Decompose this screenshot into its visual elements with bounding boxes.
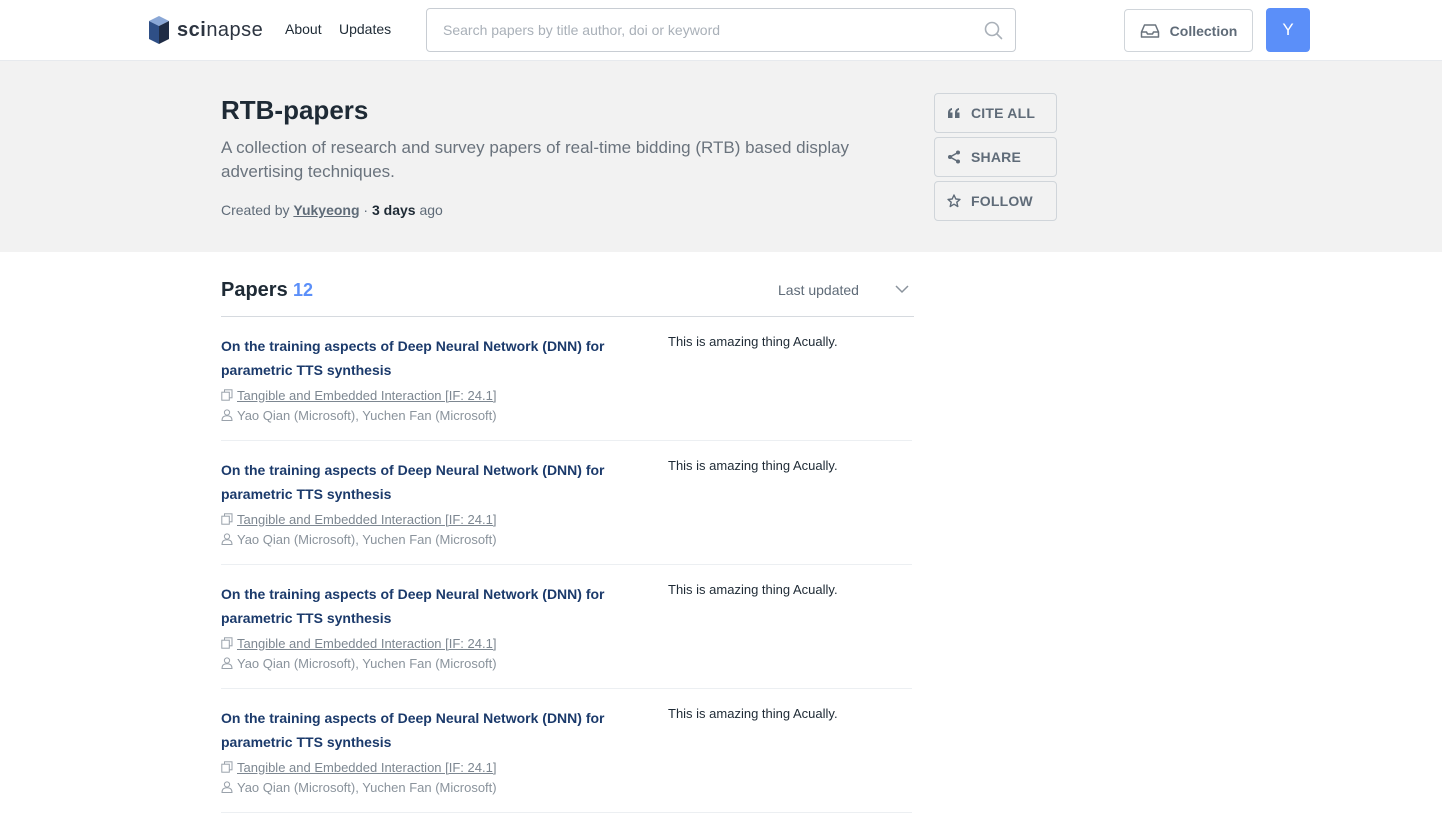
paper-authors-text: Yao Qian (Microsoft), Yuchen Fan (Micros…	[237, 779, 497, 795]
paper-authors: Yao Qian (Microsoft), Yuchen Fan (Micros…	[221, 779, 497, 795]
follow-button[interactable]: FOLLOW	[934, 181, 1057, 221]
scinapse-logo[interactable]: scinapse	[147, 14, 263, 46]
cite-all-button[interactable]: CITE ALL	[934, 93, 1057, 133]
user-icon	[221, 781, 233, 793]
paper-venue-link[interactable]: Tangible and Embedded Interaction [IF: 2…	[237, 388, 496, 403]
copy-icon	[221, 513, 233, 525]
user-icon	[221, 409, 233, 421]
paper-venue: Tangible and Embedded Interaction [IF: 2…	[221, 759, 496, 775]
collection-description: A collection of research and survey pape…	[221, 138, 850, 181]
top-navigation-bar: scinapse About Updates Collection Y	[0, 0, 1442, 61]
user-icon	[221, 533, 233, 545]
paper-item: On the training aspects of Deep Neural N…	[221, 441, 912, 565]
user-avatar-button[interactable]: Y	[1266, 8, 1310, 52]
inbox-icon	[1140, 23, 1159, 38]
papers-list-header: Papers 12 Last updated	[221, 271, 914, 317]
paper-venue-link[interactable]: Tangible and Embedded Interaction [IF: 2…	[237, 636, 496, 651]
paper-venue: Tangible and Embedded Interaction [IF: 2…	[221, 511, 496, 527]
collection-hero: RTB-papers A collection of research and …	[0, 61, 1442, 252]
paper-title-link[interactable]: On the training aspects of Deep Neural N…	[221, 458, 621, 506]
paper-venue: Tangible and Embedded Interaction [IF: 2…	[221, 635, 496, 651]
share-icon	[948, 150, 960, 164]
chevron-down-icon[interactable]	[895, 284, 909, 294]
collection-meta: Created by Yukyeong · 3 days ago	[221, 202, 443, 218]
logo-wordmark: scinapse	[177, 18, 264, 41]
papers-count-badge: 12	[293, 280, 314, 300]
copy-icon	[221, 389, 233, 401]
collection-title: RTB-papers	[221, 95, 369, 125]
sort-dropdown[interactable]: Last updated	[778, 282, 859, 298]
author-link[interactable]: Yukyeong	[293, 202, 359, 218]
cite-all-label: CITE ALL	[971, 105, 1036, 121]
meta-separator: ·	[363, 202, 369, 218]
paper-authors-text: Yao Qian (Microsoft), Yuchen Fan (Micros…	[237, 655, 497, 671]
star-icon	[947, 194, 961, 208]
logo-cube-icon	[149, 16, 169, 44]
created-age-suffix: ago	[419, 202, 443, 218]
paper-item: On the training aspects of Deep Neural N…	[221, 565, 912, 689]
paper-note: This is amazing thing Acually.	[668, 334, 838, 349]
paper-authors: Yao Qian (Microsoft), Yuchen Fan (Micros…	[221, 407, 497, 423]
created-age: 3 days	[371, 202, 416, 218]
paper-note: This is amazing thing Acually.	[668, 582, 838, 597]
follow-label: FOLLOW	[971, 193, 1033, 209]
copy-icon	[221, 637, 233, 649]
paper-title-link[interactable]: On the training aspects of Deep Neural N…	[221, 706, 621, 754]
paper-authors: Yao Qian (Microsoft), Yuchen Fan (Micros…	[221, 655, 497, 671]
paper-venue: Tangible and Embedded Interaction [IF: 2…	[221, 387, 496, 403]
share-button[interactable]: SHARE	[934, 137, 1057, 177]
collection-button[interactable]: Collection	[1124, 9, 1253, 52]
search-box	[426, 8, 1016, 52]
paper-item: On the training aspects of Deep Neural N…	[221, 317, 912, 441]
copy-icon	[221, 761, 233, 773]
collection-button-label: Collection	[1169, 22, 1238, 39]
papers-heading: Papers	[221, 279, 288, 301]
nav-updates-link[interactable]: Updates	[339, 21, 391, 37]
user-icon	[221, 657, 233, 669]
search-input[interactable]	[443, 9, 983, 51]
paper-title-link[interactable]: On the training aspects of Deep Neural N…	[221, 334, 621, 382]
paper-venue-link[interactable]: Tangible and Embedded Interaction [IF: 2…	[237, 760, 496, 775]
paper-note: This is amazing thing Acually.	[668, 706, 838, 721]
paper-note: This is amazing thing Acually.	[668, 458, 838, 473]
paper-authors-text: Yao Qian (Microsoft), Yuchen Fan (Micros…	[237, 531, 497, 547]
paper-title-link[interactable]: On the training aspects of Deep Neural N…	[221, 582, 621, 630]
paper-item: On the training aspects of Deep Neural N…	[221, 689, 912, 813]
search-icon[interactable]	[984, 21, 1003, 40]
created-by-label: Created by	[221, 202, 290, 218]
share-label: SHARE	[971, 149, 1022, 165]
quote-icon	[948, 108, 960, 118]
paper-authors-text: Yao Qian (Microsoft), Yuchen Fan (Micros…	[237, 407, 497, 423]
paper-venue-link[interactable]: Tangible and Embedded Interaction [IF: 2…	[237, 512, 496, 527]
paper-authors: Yao Qian (Microsoft), Yuchen Fan (Micros…	[221, 531, 497, 547]
nav-about-link[interactable]: About	[285, 21, 322, 37]
